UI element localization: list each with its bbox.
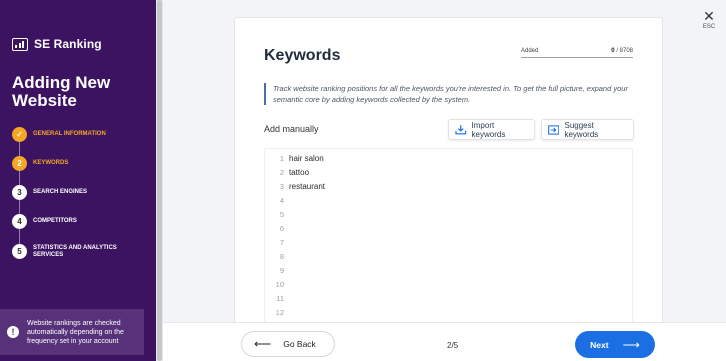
editor-line: 12 xyxy=(265,305,289,319)
step-indicator: 2/5 xyxy=(447,341,459,350)
step-general-information[interactable]: ✓ GENERAL INFORMATION xyxy=(12,127,142,142)
line-number: 3 xyxy=(279,181,284,191)
go-back-label: Go Back xyxy=(283,339,316,349)
step-number: 2 xyxy=(12,156,27,171)
arrow-left-icon: ⟵ xyxy=(254,337,272,351)
editor-line: 1 hair salon xyxy=(265,151,324,165)
keyword-text: hair salon xyxy=(289,153,324,163)
line-number: 5 xyxy=(279,209,284,219)
step-label: STATISTICS AND ANALYTICS SERVICES xyxy=(33,244,117,258)
check-icon: ✓ xyxy=(12,127,27,142)
keywords-editor[interactable]: 1 hair salon 2 tattoo 3 restaurant 4 5 6 7 … xyxy=(264,148,633,328)
step-label: SEARCH ENGINES xyxy=(33,189,88,195)
logo: SE Ranking xyxy=(12,37,102,51)
editor-line: 7 xyxy=(265,235,289,249)
line-number: 11 xyxy=(276,293,284,303)
added-label: Added xyxy=(521,48,539,54)
close-icon: ✕ xyxy=(703,8,715,24)
page-title: Keywords xyxy=(264,47,341,64)
keyword-counter: Added 0 / 8708 xyxy=(521,48,633,58)
added-count: 0 xyxy=(611,48,615,54)
line-number: 6 xyxy=(279,223,284,233)
suggest-keywords-label: Suggest keywords xyxy=(564,120,599,139)
esc-label: ESC xyxy=(702,24,716,30)
line-number: 4 xyxy=(279,195,284,205)
editor-line: 11 xyxy=(265,291,289,305)
editor-line: 6 xyxy=(265,221,289,235)
step-number: 4 xyxy=(12,214,27,229)
added-count-wrap: 0 / 8708 xyxy=(611,48,633,54)
line-number: 12 xyxy=(275,307,284,317)
line-number: 8 xyxy=(279,251,284,261)
step-label: KEYWORDS xyxy=(33,160,69,166)
added-limit: / 8708 xyxy=(616,48,633,54)
download-icon xyxy=(455,125,467,135)
step-number: 3 xyxy=(12,185,27,200)
editor-line: 3 restaurant xyxy=(265,179,325,193)
editor-line: 10 xyxy=(265,277,289,291)
description: Track website ranking positions for all … xyxy=(264,83,634,105)
keyword-text: restaurant xyxy=(289,181,326,191)
step-statistics-analytics[interactable]: 5 STATISTICS AND ANALYTICS SERVICES xyxy=(12,244,142,259)
line-number: 1 xyxy=(279,153,284,163)
wizard-footer: ⟵ Go Back 2/5 Next ⟶ xyxy=(163,322,726,361)
step-number: 5 xyxy=(12,244,27,259)
sidebar: SE Ranking Adding New Website ✓ GENERAL … xyxy=(0,0,156,361)
next-label: Next xyxy=(590,339,609,350)
step-label: COMPETITORS xyxy=(33,218,77,224)
logo-text: SE Ranking xyxy=(34,37,102,51)
info-icon: ! xyxy=(7,326,19,338)
next-button[interactable]: Next ⟶ xyxy=(575,331,655,358)
info-note-text: Website rankings are checked automatical… xyxy=(27,319,124,345)
info-note: ! Website rankings are checked automatic… xyxy=(0,309,144,355)
close-button[interactable]: ✕ ESC xyxy=(700,9,718,30)
go-back-button[interactable]: ⟵ Go Back xyxy=(241,331,335,357)
editor-line: 8 xyxy=(265,249,289,263)
import-keywords-button[interactable]: Import keywords xyxy=(448,119,535,140)
step-label: GENERAL INFORMATION xyxy=(33,131,106,137)
line-number: 7 xyxy=(279,237,284,247)
line-number: 2 xyxy=(279,167,284,177)
line-number: 10 xyxy=(275,279,284,289)
editor-line: 9 xyxy=(265,263,289,277)
scrollbar[interactable] xyxy=(156,0,163,361)
keywords-card: Keywords Added 0 / 8708 Track website ra… xyxy=(234,17,663,328)
line-number: 9 xyxy=(279,265,284,275)
step-keywords[interactable]: 2 KEYWORDS xyxy=(12,156,142,171)
import-keywords-label: Import keywords xyxy=(471,120,506,139)
bar-chart-icon xyxy=(12,37,28,51)
suggest-icon xyxy=(548,124,560,135)
step-competitors[interactable]: 4 COMPETITORS xyxy=(12,214,142,229)
editor-line: 2 tattoo xyxy=(265,165,309,179)
arrow-right-icon: ⟶ xyxy=(622,337,640,352)
add-manually-label: Add manually xyxy=(264,124,319,134)
wizard-title: Adding New Website xyxy=(12,73,111,110)
editor-line: 5 xyxy=(265,207,289,221)
editor-line: 4 xyxy=(265,193,289,207)
keyword-text: tattoo xyxy=(289,167,310,177)
suggest-keywords-button[interactable]: Suggest keywords xyxy=(541,119,634,140)
step-search-engines[interactable]: 3 SEARCH ENGINES xyxy=(12,185,142,200)
scrollbar-thumb[interactable] xyxy=(157,0,162,361)
